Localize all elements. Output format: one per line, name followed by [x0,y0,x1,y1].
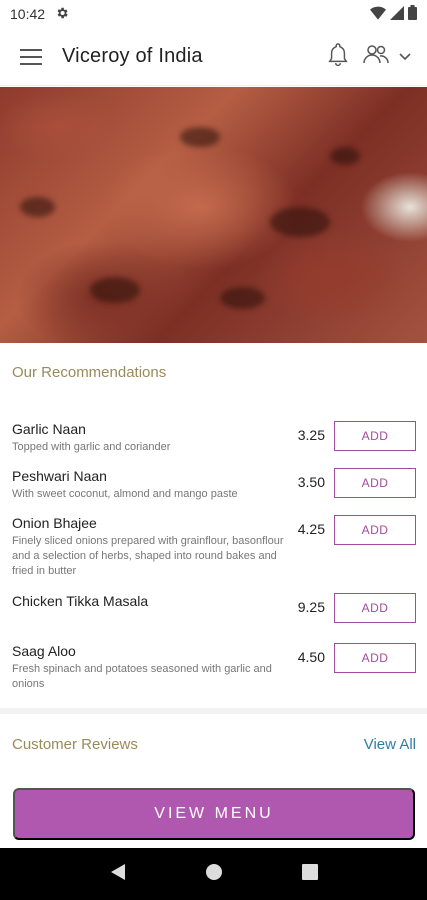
add-button[interactable]: ADD [334,515,416,545]
item-price: 9.25 [297,599,325,615]
back-icon[interactable] [110,863,126,886]
system-navigation-bar [0,848,427,900]
item-name: Onion Bhajee [12,515,97,531]
item-name: Chicken Tikka Masala [12,593,149,609]
wifi-icon [370,6,386,23]
customer-reviews-title: Customer Reviews [12,736,138,753]
signal-icon [390,5,404,23]
notification-bell-icon[interactable] [327,42,349,71]
hero-food-image [0,87,427,343]
item-description: Finely sliced onions prepared with grain… [12,535,284,577]
item-description: With sweet coconut, almond and mango pas… [12,488,238,500]
account-switcher[interactable] [363,44,411,69]
item-price: 4.25 [297,521,325,537]
item-name: Garlic Naan [12,421,86,437]
home-icon[interactable] [205,863,223,886]
status-time: 10:42 [10,6,46,22]
item-name: Peshwari Naan [12,468,107,484]
app-bar: Viceroy of India [0,28,427,86]
recents-icon[interactable] [301,863,318,885]
item-description: Topped with garlic and coriander [12,441,171,453]
chevron-down-icon [399,48,411,66]
settings-gear-icon [55,6,69,23]
add-button[interactable]: ADD [334,593,416,623]
recommendations-title: Our Recommendations [12,364,167,381]
item-price: 4.50 [297,649,325,665]
add-button[interactable]: ADD [334,643,416,673]
view-all-link[interactable]: View All [364,736,416,753]
item-description: Fresh spinach and potatoes seasoned with… [12,663,272,690]
view-menu-button[interactable]: VIEW MENU [13,788,415,840]
item-price: 3.25 [297,427,325,443]
add-button[interactable]: ADD [334,421,416,451]
hamburger-menu-icon[interactable] [0,28,62,86]
item-price: 3.50 [297,474,325,490]
item-name: Saag Aloo [12,643,76,659]
section-divider [0,708,427,714]
battery-icon [408,5,417,23]
status-bar: 10:42 [0,0,427,28]
page-title: Viceroy of India [62,45,203,67]
users-icon [363,44,389,69]
add-button[interactable]: ADD [334,468,416,498]
